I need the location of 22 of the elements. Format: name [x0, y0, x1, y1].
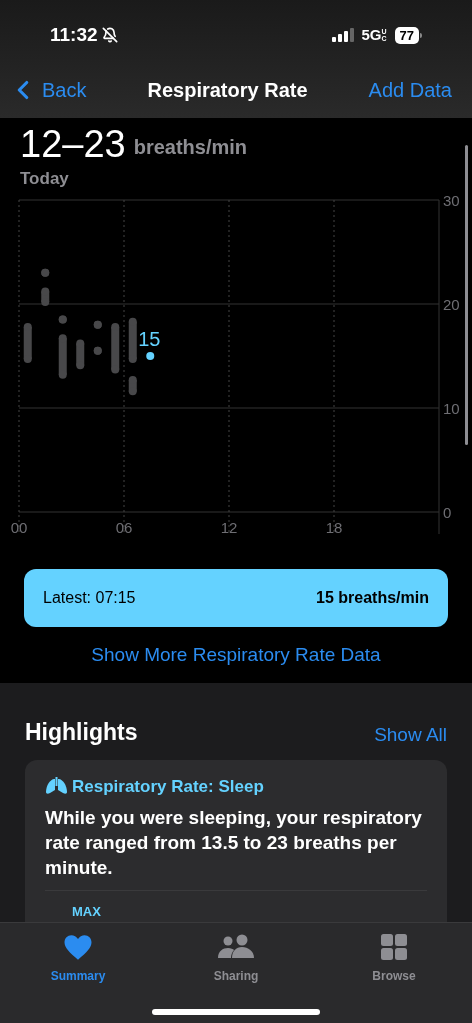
highlight-text: While you were sleeping, your respiratory rate ranged from 13.5 to 23 breaths per minute. — [45, 806, 423, 880]
x-axis-label: 18 — [325, 518, 343, 534]
y-axis-label: 10 — [443, 399, 460, 417]
x-axis-label: 06 — [115, 518, 133, 534]
status-time: 11:32 — [50, 22, 98, 47]
y-axis-label: 30 — [443, 193, 460, 209]
x-axis-label: 00 — [10, 518, 28, 534]
battery-icon: 77 — [394, 26, 419, 44]
highlight-title: Respiratory Rate: Sleep — [72, 775, 264, 798]
latest-value: 15 breaths/min — [316, 587, 429, 608]
network-label: 5G — [361, 24, 382, 45]
y-axis-label: 0 — [443, 503, 452, 521]
nav-title: Respiratory Rate — [147, 78, 308, 103]
latest-time: Latest: 07:15 — [43, 587, 136, 608]
x-axis-label: 12 — [220, 518, 238, 534]
stat-label: MAX — [72, 904, 101, 919]
value-label: 15 — [138, 327, 161, 350]
y-axis-label: 20 — [443, 295, 460, 313]
range-value: 12–23 — [20, 122, 126, 166]
highlights-heading: Highlights — [25, 718, 138, 747]
unit-label: breaths/min — [133, 135, 248, 160]
period-label: Today — [19, 168, 70, 190]
